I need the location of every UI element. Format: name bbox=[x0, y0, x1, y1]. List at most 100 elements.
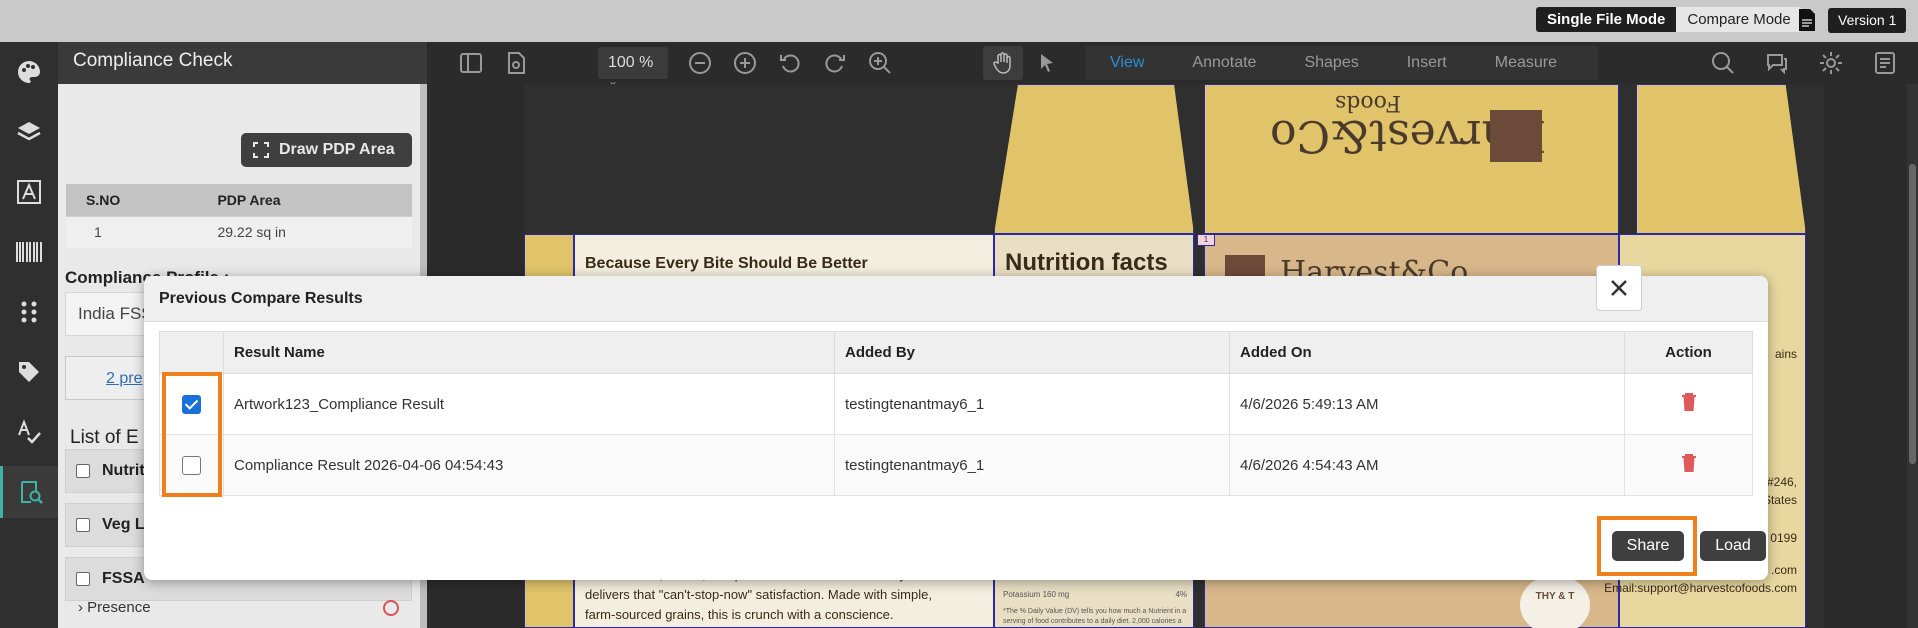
artwork-tagline: Because Every Bite Should Be Better bbox=[585, 255, 868, 272]
page-marker: 1 bbox=[1197, 234, 1215, 246]
file-search-icon[interactable] bbox=[504, 51, 528, 75]
pan-tool-button[interactable] bbox=[983, 46, 1023, 80]
rotate-left-icon[interactable] bbox=[778, 51, 802, 75]
dv-note-line: *The % Daily Value (DV) tells you how mu… bbox=[1003, 608, 1187, 615]
mode-toggle: Single File Mode Compare Mode bbox=[1536, 7, 1802, 32]
close-modal-button[interactable] bbox=[1596, 265, 1642, 311]
pointer-icon[interactable] bbox=[1035, 51, 1059, 75]
barcode-icon[interactable] bbox=[0, 226, 58, 278]
item-checkbox[interactable] bbox=[76, 572, 90, 586]
tab-annotate[interactable]: Annotate bbox=[1168, 54, 1280, 72]
hand-icon bbox=[993, 52, 1011, 74]
gear-icon[interactable] bbox=[1819, 51, 1843, 75]
nutrition-potassium: Potassium 160 mg 4% bbox=[1003, 590, 1187, 599]
logo-icon bbox=[1490, 110, 1542, 162]
comments-icon[interactable] bbox=[1765, 51, 1789, 75]
artwork-brand-sub: Foods bbox=[1335, 90, 1401, 115]
compliance-check-icon[interactable] bbox=[0, 466, 58, 518]
share-button[interactable]: Share bbox=[1612, 531, 1684, 561]
artwork-badge: THY & T bbox=[1520, 575, 1590, 628]
result-name-cell: Artwork123_Compliance Result bbox=[223, 373, 835, 435]
sidebar-toggle-icon[interactable] bbox=[459, 51, 483, 75]
item-label: FSSA bbox=[102, 570, 145, 587]
table-row[interactable]: Artwork123_Compliance Result testingtena… bbox=[159, 373, 1753, 435]
layers-icon[interactable] bbox=[0, 106, 58, 158]
added-by-cell: testingtenantmay6_1 bbox=[834, 373, 1230, 435]
presence-row[interactable]: › Presence bbox=[78, 599, 151, 616]
artwork-flap bbox=[1636, 84, 1806, 234]
previous-compare-results-modal: Previous Compare Results Result Name Add… bbox=[144, 276, 1768, 580]
checklist-icon[interactable] bbox=[1873, 51, 1897, 75]
load-button[interactable]: Load bbox=[1700, 531, 1766, 561]
text-icon[interactable] bbox=[0, 166, 58, 218]
trash-icon[interactable] bbox=[1681, 453, 1697, 473]
draw-pdp-label: Draw PDP Area bbox=[279, 141, 395, 158]
pdp-area-table: S.NO PDP Area 1 29.22 sq in bbox=[66, 184, 412, 248]
artwork-top-panel: Harvest&Co Foods bbox=[1204, 84, 1619, 234]
modal-title: Previous Compare Results bbox=[159, 290, 363, 307]
viewer-toolbar: 100 % ⌄ View Annotate Shapes Insert Meas… bbox=[441, 42, 1918, 88]
col-action: Action bbox=[1624, 331, 1753, 374]
version-badge[interactable]: Version 1 bbox=[1828, 8, 1907, 33]
table-row[interactable]: Compliance Result 2026-04-06 04:54:43 te… bbox=[159, 434, 1753, 496]
col-added-by: Added By bbox=[834, 331, 1230, 374]
added-on-cell: 4/6/2026 5:49:13 AM bbox=[1229, 373, 1625, 435]
nutrition-dv-note: *The % Daily Value (DV) tells you how mu… bbox=[1003, 607, 1186, 627]
modal-header: Previous Compare Results bbox=[144, 276, 1768, 322]
zoom-value: 100 % bbox=[608, 54, 654, 71]
zoom-out-icon[interactable] bbox=[688, 51, 712, 75]
panel-title: Compliance Check bbox=[73, 50, 233, 71]
address-line: Email:support@harvestcofoods.com bbox=[1604, 581, 1797, 595]
search-icon[interactable] bbox=[1711, 51, 1735, 75]
draw-pdp-area-button[interactable]: Draw PDP Area bbox=[241, 133, 412, 167]
zoom-in-icon[interactable] bbox=[733, 51, 757, 75]
presence-label: Presence bbox=[87, 599, 151, 616]
item-checkbox[interactable] bbox=[76, 518, 90, 532]
scrollbar-thumb[interactable] bbox=[1909, 164, 1916, 464]
results-table: Result Name Added By Added On Action Art… bbox=[159, 331, 1753, 496]
action-cell bbox=[1624, 434, 1753, 496]
pdp-sno-cell: 1 bbox=[66, 215, 198, 248]
col-select bbox=[159, 331, 224, 374]
item-label: Nutrit bbox=[102, 462, 145, 479]
trash-icon[interactable] bbox=[1681, 392, 1697, 412]
dv-note-line: serving of food contributes to a daily d… bbox=[1003, 618, 1182, 625]
expand-icon bbox=[253, 142, 269, 158]
action-cell bbox=[1624, 373, 1753, 435]
spellcheck-icon[interactable] bbox=[0, 406, 58, 458]
tab-shapes[interactable]: Shapes bbox=[1280, 54, 1382, 72]
compare-mode-button[interactable]: Compare Mode bbox=[1676, 7, 1802, 32]
tab-insert[interactable]: Insert bbox=[1383, 54, 1471, 72]
pdp-area-cell: 29.22 sq in bbox=[197, 215, 412, 248]
checkbox-highlight bbox=[162, 372, 222, 497]
rotate-right-icon[interactable] bbox=[823, 51, 847, 75]
canvas-scrollbar[interactable] bbox=[1907, 84, 1918, 628]
tab-measure[interactable]: Measure bbox=[1471, 54, 1581, 72]
tag-icon[interactable] bbox=[0, 346, 58, 398]
previous-results-link[interactable]: 2 pre bbox=[106, 370, 142, 388]
grid-dots-icon[interactable] bbox=[0, 286, 58, 338]
potassium-label: Potassium 160 mg bbox=[1003, 590, 1070, 599]
top-bar: Single File Mode Compare Mode Version 1 bbox=[0, 0, 1918, 42]
palette-icon[interactable] bbox=[0, 46, 58, 98]
artwork-flap bbox=[994, 84, 1194, 234]
artwork-body-line: farm-sourced grains, this is crunch with… bbox=[585, 607, 894, 622]
item-label: Veg L bbox=[102, 516, 145, 533]
pdp-col-sno: S.NO bbox=[66, 184, 198, 216]
result-name-cell: Compliance Result 2026-04-06 04:54:43 bbox=[223, 434, 835, 496]
close-icon bbox=[1611, 280, 1627, 296]
zoom-area-icon[interactable] bbox=[868, 51, 892, 75]
added-on-cell: 4/6/2026 4:54:43 AM bbox=[1229, 434, 1625, 496]
potassium-pct: 4% bbox=[1175, 590, 1187, 599]
zoom-dropdown[interactable]: 100 % ⌄ bbox=[598, 47, 668, 88]
artwork-body-line: delivers that "can't-stop-now" satisfact… bbox=[585, 587, 932, 602]
table-header-row: Result Name Added By Added On Action bbox=[159, 331, 1753, 374]
viewer-tabs: View Annotate Shapes Insert Measure bbox=[1086, 46, 1598, 80]
item-checkbox[interactable] bbox=[76, 464, 90, 478]
tab-view[interactable]: View bbox=[1086, 54, 1168, 72]
single-file-mode-button[interactable]: Single File Mode bbox=[1536, 7, 1677, 32]
document-icon[interactable] bbox=[1797, 8, 1817, 32]
pdp-col-area: PDP Area bbox=[197, 184, 412, 216]
col-added-on: Added On bbox=[1229, 331, 1625, 374]
left-icon-rail bbox=[0, 42, 58, 628]
